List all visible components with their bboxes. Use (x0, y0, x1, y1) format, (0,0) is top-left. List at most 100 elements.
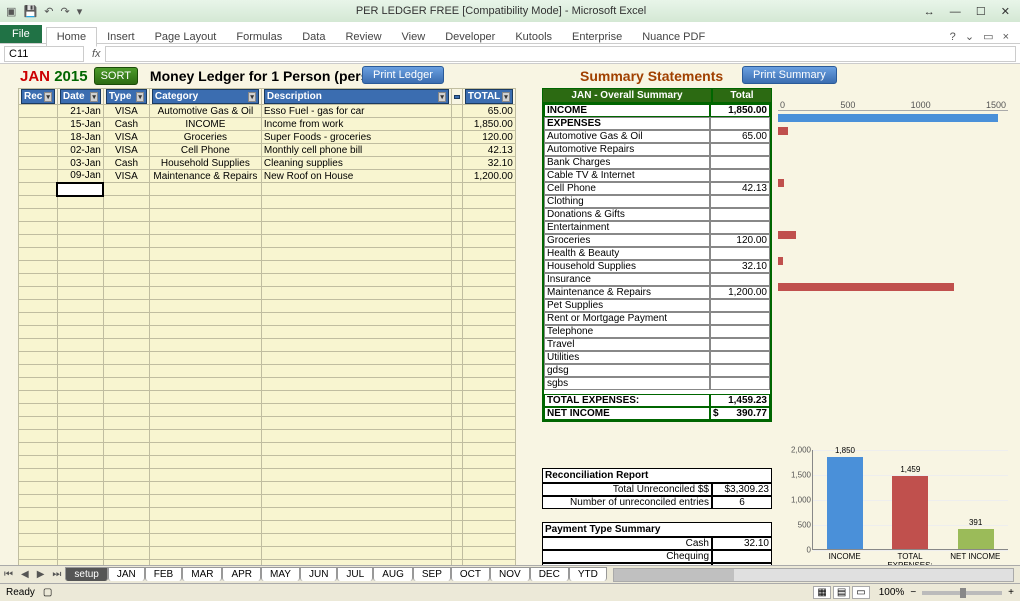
close-wb-icon[interactable]: × (1003, 31, 1009, 43)
fx-icon[interactable]: fx (92, 48, 101, 60)
sheet-tab-oct[interactable]: OCT (451, 567, 490, 581)
sheet-tab-jun[interactable]: JUN (300, 567, 337, 581)
ribbon-tab-page-layout[interactable]: Page Layout (145, 28, 227, 46)
ledger-row[interactable] (19, 378, 516, 391)
ledger-row[interactable] (19, 365, 516, 378)
ribbon-tab-kutools[interactable]: Kutools (505, 28, 562, 46)
filter-icon[interactable]: ▾ (502, 92, 510, 102)
filter-icon[interactable]: ▾ (44, 92, 52, 102)
sheet-tab-sep[interactable]: SEP (413, 567, 451, 581)
zoom-out-icon[interactable]: − (910, 587, 916, 598)
ledger-row[interactable]: 15-JanCashINCOMEIncome from work1,850.00 (19, 118, 516, 131)
ledger-row[interactable]: 09-JanVISAMaintenance & RepairsNew Roof … (19, 170, 516, 183)
filter-icon[interactable]: ▾ (438, 92, 446, 102)
ledger-row[interactable] (19, 482, 516, 495)
ledger-row[interactable] (19, 521, 516, 534)
tab-nav-next-icon[interactable]: ▶ (33, 569, 49, 580)
file-tab[interactable]: File (0, 25, 42, 43)
redo-icon[interactable]: ↷ (61, 6, 70, 18)
print-ledger-button[interactable]: Print Ledger (362, 66, 444, 84)
sort-button[interactable]: SORT (94, 67, 138, 85)
ledger-row[interactable] (19, 404, 516, 417)
ledger-row[interactable] (19, 495, 516, 508)
zoom-in-icon[interactable]: + (1008, 587, 1014, 598)
ledger-row[interactable] (19, 248, 516, 261)
sheet-tab-may[interactable]: MAY (261, 567, 300, 581)
tab-nav-last-icon[interactable]: ⏭ (48, 569, 65, 580)
ledger-row[interactable] (19, 326, 516, 339)
col-hdr-type[interactable]: Type▾ (106, 89, 147, 104)
worksheet[interactable]: JAN 2015 SORT Money Ledger for 1 Person … (0, 64, 1020, 582)
ledger-row[interactable] (19, 209, 516, 222)
ledger-row[interactable] (19, 430, 516, 443)
filter-icon[interactable]: ▾ (248, 92, 256, 102)
ledger-row[interactable] (19, 443, 516, 456)
ribbon-tab-home[interactable]: Home (46, 27, 97, 47)
ledger-row[interactable] (19, 261, 516, 274)
ribbon-tab-insert[interactable]: Insert (97, 28, 145, 46)
ledger-row[interactable]: 18-JanVISAGroceriesSuper Foods - groceri… (19, 131, 516, 144)
filter-icon[interactable]: ▾ (136, 92, 144, 102)
ledger-row[interactable] (19, 183, 516, 196)
ledger-row[interactable]: 02-JanVISACell PhoneMonthly cell phone b… (19, 144, 516, 157)
options-icon[interactable]: ⌄ (965, 31, 974, 43)
sheet-tab-jan[interactable]: JAN (108, 567, 145, 581)
sheet-tab-aug[interactable]: AUG (373, 567, 413, 581)
ledger-row[interactable] (19, 287, 516, 300)
tab-nav-first-icon[interactable]: ⏮ (0, 569, 17, 580)
col-hdr-description[interactable]: Description▾ (264, 89, 449, 104)
ribbon-tab-formulas[interactable]: Formulas (226, 28, 292, 46)
ledger-row[interactable] (19, 235, 516, 248)
col-hdr-date[interactable]: Date▾ (60, 89, 101, 104)
ribbon-tab-developer[interactable]: Developer (435, 28, 505, 46)
horizontal-scrollbar[interactable] (613, 568, 1014, 582)
macro-record-icon[interactable]: ▢ (43, 587, 52, 598)
ledger-row[interactable] (19, 534, 516, 547)
col-hdr-total[interactable]: TOTAL▾ (465, 89, 513, 104)
undo-icon[interactable]: ↶ (44, 6, 53, 18)
ribbon-tab-review[interactable]: Review (335, 28, 391, 46)
ribbon-tab-nuance-pdf[interactable]: Nuance PDF (632, 28, 715, 46)
ribbon-tab-view[interactable]: View (392, 28, 436, 46)
ribbon-tab-data[interactable]: Data (292, 28, 335, 46)
sheet-tab-mar[interactable]: MAR (182, 567, 222, 581)
ledger-row[interactable] (19, 300, 516, 313)
sheet-tab-setup[interactable]: setup (65, 567, 107, 581)
ledger-row[interactable]: 21-JanVISAAutomotive Gas & OilEsso Fuel … (19, 105, 516, 118)
zoom-slider[interactable] (922, 591, 1002, 595)
formula-bar[interactable] (105, 46, 1016, 62)
ledger-row[interactable] (19, 313, 516, 326)
col-hdr-category[interactable]: Category▾ (152, 89, 259, 104)
filter-icon[interactable]: ▾ (90, 92, 98, 102)
restore-wb-icon[interactable]: ▭ (983, 31, 993, 43)
tab-nav-prev-icon[interactable]: ◀ (17, 569, 33, 580)
ledger-row[interactable] (19, 352, 516, 365)
view-switcher[interactable]: ▦▤▭ (812, 587, 870, 598)
sheet-tab-apr[interactable]: APR (222, 567, 261, 581)
ribbon-tab-enterprise[interactable]: Enterprise (562, 28, 632, 46)
ledger-row[interactable] (19, 339, 516, 352)
name-box[interactable]: C11 (4, 46, 84, 62)
ledger-row[interactable] (19, 469, 516, 482)
sheet-tab-dec[interactable]: DEC (530, 567, 569, 581)
ledger-row[interactable] (19, 456, 516, 469)
maximize-icon[interactable]: ☐ (976, 6, 986, 18)
ledger-row[interactable] (19, 222, 516, 235)
print-summary-button[interactable]: Print Summary (742, 66, 837, 84)
ledger-row[interactable] (19, 508, 516, 521)
save-icon[interactable]: 💾 (23, 6, 37, 18)
ledger-row[interactable] (19, 391, 516, 404)
sheet-tab-ytd[interactable]: YTD (569, 567, 607, 581)
col-hdr-rec[interactable]: Rec▾ (21, 89, 55, 104)
minimize-icon[interactable]: — (950, 6, 961, 18)
close-icon[interactable]: ✕ (1001, 6, 1010, 18)
qat-more-icon[interactable]: ▾ (77, 6, 83, 18)
ledger-row[interactable] (19, 274, 516, 287)
help-icon[interactable]: ? (950, 31, 956, 43)
ledger-row[interactable]: 03-JanCashHousehold SuppliesCleaning sup… (19, 157, 516, 170)
ledger-row[interactable] (19, 547, 516, 560)
ribbon-min-icon[interactable]: ↔ (924, 6, 935, 18)
sheet-tab-feb[interactable]: FEB (145, 567, 182, 581)
ledger-row[interactable] (19, 196, 516, 209)
sheet-tab-jul[interactable]: JUL (337, 567, 373, 581)
